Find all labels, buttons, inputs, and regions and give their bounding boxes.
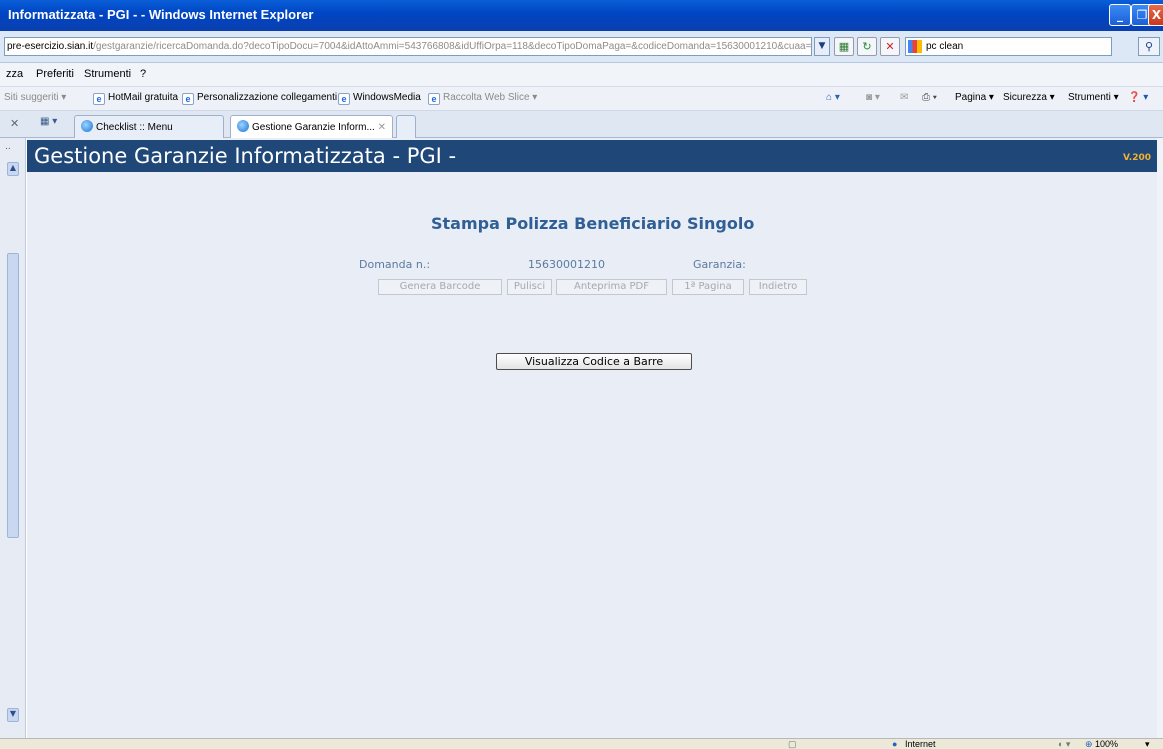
protected-mode-icon[interactable]: ◐ ▾ (1058, 739, 1070, 749)
new-tab-button[interactable] (396, 115, 416, 138)
tab-bar: ✕ ▦ ▾ Checklist :: Menu Gestione Garanzi… (0, 111, 1163, 138)
left-scrollbar[interactable]: .. ▲ ▼ (0, 138, 26, 738)
favorites-suggested[interactable]: Siti suggeriti ▾ (4, 92, 66, 103)
zoom-level[interactable]: 100% (1095, 739, 1118, 749)
minimize-button[interactable]: _ (1109, 4, 1131, 26)
favorite-web-slice[interactable]: e Raccolta Web Slice ▾ (428, 92, 537, 105)
ie-page-icon: e (93, 93, 105, 105)
favorite-hotmail[interactable]: e HotMail gratuita (93, 92, 178, 105)
scroll-up-icon[interactable]: ▲ (7, 162, 19, 176)
search-input[interactable]: pc clean (905, 37, 1112, 56)
home-icon[interactable]: ⌂ ▾ (826, 92, 840, 103)
status-zone: Internet (905, 739, 936, 749)
address-bar: pre-esercizio.sian.it/gestgaranzie/ricer… (0, 31, 1163, 63)
tab-gestione-garanzie[interactable]: Gestione Garanzie Inform... ✕ (230, 115, 393, 138)
stop-icon[interactable]: ✕ (880, 37, 900, 56)
anteprima-pdf-button[interactable]: Anteprima PDF (556, 279, 667, 295)
url-field[interactable]: pre-esercizio.sian.it/gestgaranzie/ricer… (4, 37, 812, 56)
ie-page-icon: e (338, 93, 350, 105)
zoom-icon[interactable]: ⊕ (1085, 739, 1093, 749)
refresh-icon[interactable]: ↻ (857, 37, 877, 56)
page-content: Gestione Garanzie Informatizzata - PGI -… (27, 138, 1157, 738)
zoom-dropdown-icon[interactable]: ▾ (1145, 739, 1150, 749)
search-value: pc clean (926, 41, 964, 52)
genera-barcode-button[interactable]: Genera Barcode (378, 279, 502, 295)
help-icon[interactable]: ❓ ▾ (1128, 92, 1148, 103)
close-button[interactable]: X (1148, 4, 1163, 26)
app-version: V.200 (1122, 153, 1151, 163)
ie-icon (81, 120, 93, 132)
url-dropdown-icon[interactable]: ▼ (814, 37, 830, 56)
prima-pagina-button[interactable]: 1ª Pagina (672, 279, 744, 295)
menu-item-help[interactable]: ? (140, 68, 146, 80)
menu-item-view[interactable]: zza (6, 68, 23, 80)
ie-icon (237, 120, 249, 132)
feeds-icon[interactable]: ◙ ▾ (866, 92, 880, 103)
compatibility-view-icon[interactable]: ▦ (834, 37, 854, 56)
search-icon[interactable]: ⚲ (1138, 37, 1160, 56)
favorite-windowsmedia[interactable]: e WindowsMedia (338, 92, 421, 105)
app-header: Gestione Garanzie Informatizzata - PGI -… (27, 140, 1157, 172)
close-tab-icon[interactable]: ✕ (378, 122, 386, 133)
window-title: Informatizzata - PGI - - Windows Interne… (8, 7, 314, 22)
status-bar: ▢ ● Internet ◐ ▾ ⊕ 100% ▾ (0, 738, 1163, 749)
app-title: Gestione Garanzie Informatizzata - PGI - (34, 144, 457, 168)
visualizza-codice-button[interactable]: Visualizza Codice a Barre (496, 353, 692, 370)
page-menu[interactable]: Pagina ▾ (955, 92, 994, 103)
scroll-down-icon[interactable]: ▼ (7, 708, 19, 722)
menu-item-tools[interactable]: Strumenti (84, 68, 131, 80)
ie-page-icon: e (428, 93, 440, 105)
menu-bar: zza Preferiti Strumenti ? (0, 63, 1163, 87)
favorite-personalizzazione[interactable]: e Personalizzazione collegamenti (182, 92, 337, 105)
security-menu[interactable]: Sicurezza ▾ (1003, 92, 1055, 103)
indietro-button[interactable]: Indietro (749, 279, 807, 295)
page-title: Stampa Polizza Beneficiario Singolo (431, 214, 755, 233)
domanda-label: Domanda n.: (359, 258, 431, 271)
close-tab-icon[interactable]: ✕ (10, 117, 19, 130)
ie-page-icon: e (182, 93, 194, 105)
tab-checklist[interactable]: Checklist :: Menu (74, 115, 224, 138)
url-path: /gestgaranzie/ricercaDomanda.do?decoTipo… (93, 41, 812, 52)
url-host: pre-esercizio.sian.it (7, 41, 94, 52)
print-icon[interactable]: ⎙ ▾ (922, 92, 937, 103)
mail-icon[interactable]: ✉ (900, 92, 908, 103)
status-page-icon: ▢ (788, 739, 797, 749)
quick-tabs-icon[interactable]: ▦ ▾ (40, 116, 57, 127)
menu-item-favorites[interactable]: Preferiti (36, 68, 74, 80)
internet-zone-icon: ● (892, 739, 898, 749)
tools-menu[interactable]: Strumenti ▾ (1068, 92, 1119, 103)
domanda-value: 15630001210 (528, 258, 605, 271)
right-edge (1157, 138, 1163, 738)
scroll-thumb[interactable] (7, 253, 19, 538)
garanzia-label: Garanzia: (693, 258, 746, 271)
pulisci-button[interactable]: Pulisci (507, 279, 552, 295)
google-icon (908, 40, 922, 53)
window-title-bar: Informatizzata - PGI - - Windows Interne… (0, 0, 1163, 31)
favorites-bar: Siti suggeriti ▾ e HotMail gratuita e Pers… (0, 87, 1163, 111)
